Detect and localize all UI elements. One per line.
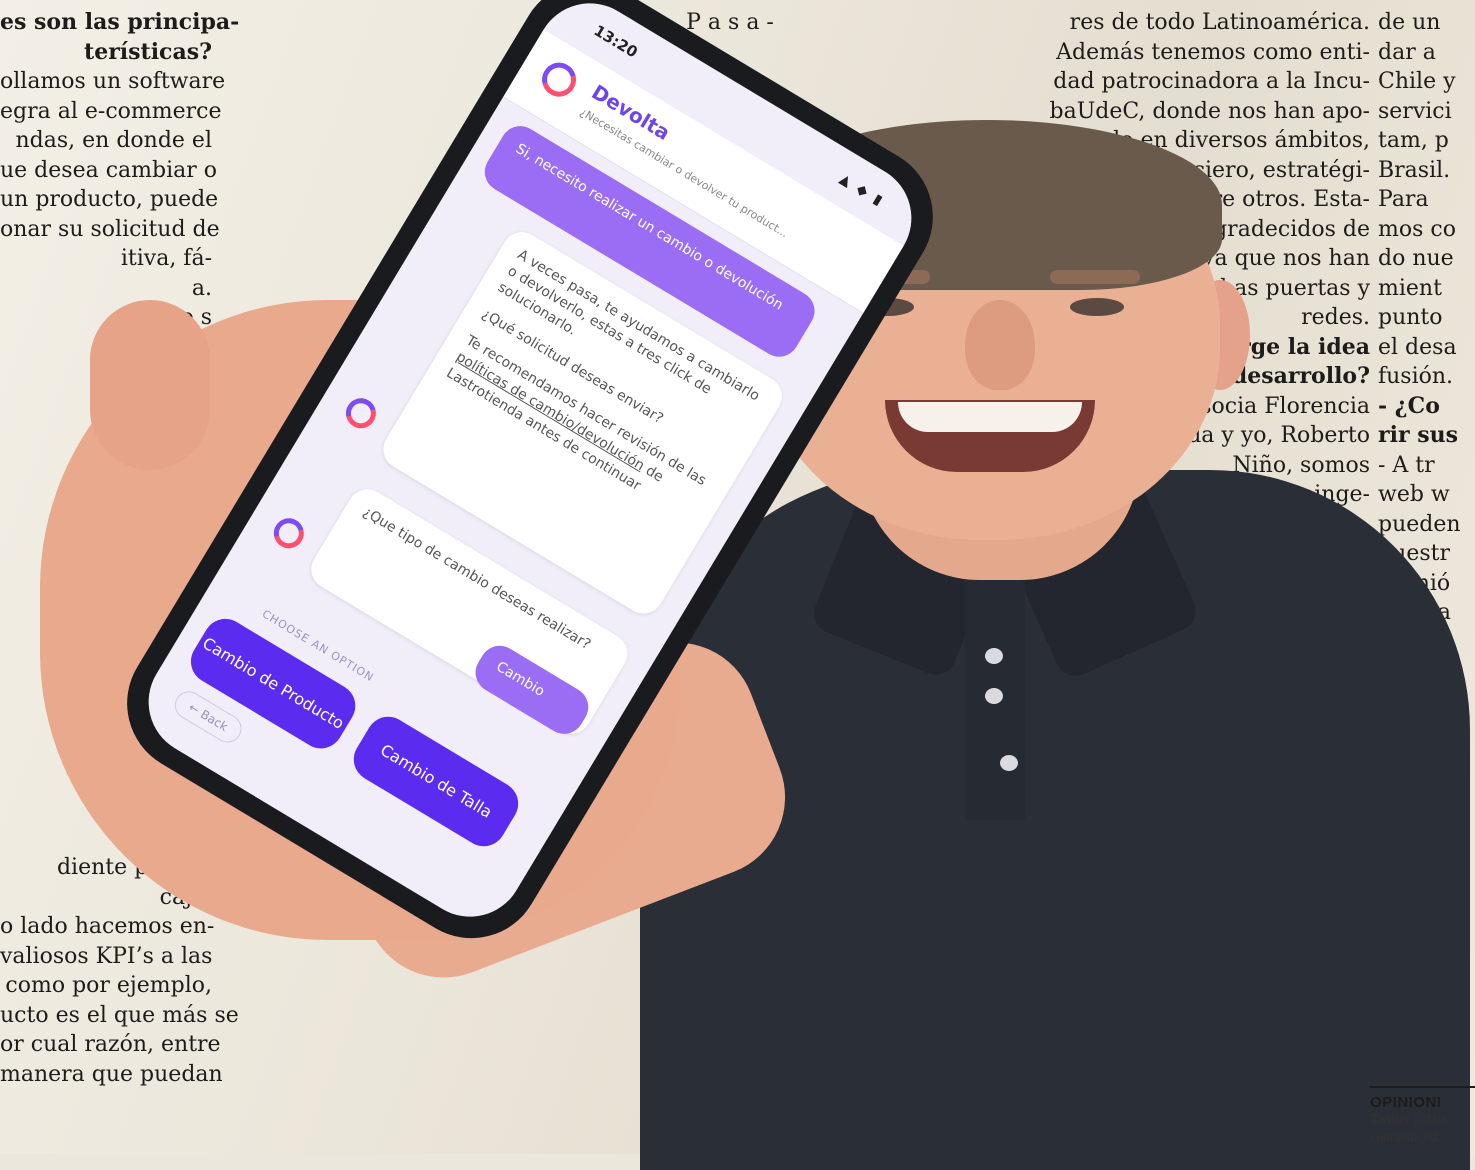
eye-right	[1070, 298, 1124, 316]
footer-divider	[1370, 1086, 1475, 1088]
shirt-button	[1000, 755, 1018, 771]
eyebrow-right	[1050, 270, 1140, 284]
footer-email[interactable]: contacto@d	[1370, 1129, 1475, 1147]
status-time: 13:20	[590, 21, 641, 62]
shirt-button	[985, 688, 1003, 704]
devolta-logo-icon	[535, 56, 583, 103]
footer-twitter[interactable]: Twitter @Dia	[1370, 1111, 1475, 1129]
signal-battery-icon: ▲ ◆ ▮	[836, 170, 887, 210]
footer-section-title: OPINIONI	[1370, 1094, 1442, 1111]
teeth	[898, 402, 1082, 432]
bot-avatar-icon	[268, 512, 310, 554]
finger	[90, 300, 210, 470]
nose	[965, 300, 1035, 390]
page-footer: OPINIONI Twitter @Dia contacto@d	[1370, 1086, 1475, 1147]
shirt-button	[985, 648, 1003, 664]
bot-avatar-icon	[340, 392, 382, 434]
cambio-talla-button[interactable]: Cambio de Talla	[345, 708, 527, 855]
